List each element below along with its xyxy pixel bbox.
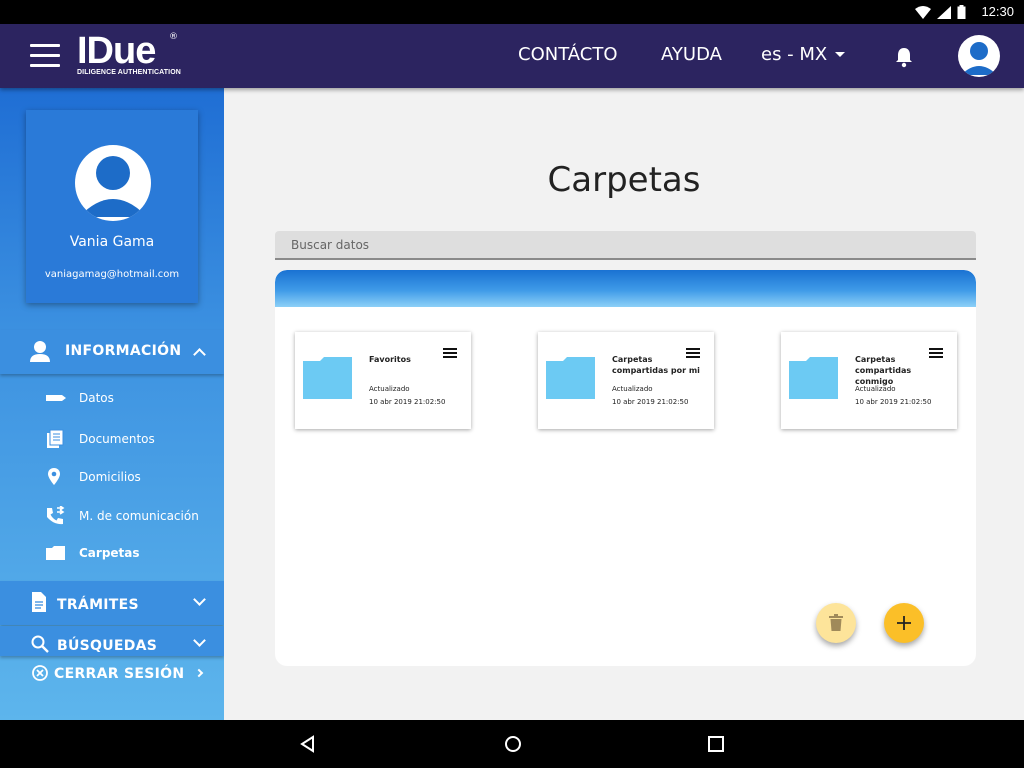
folder-icon xyxy=(546,357,595,399)
profile-card: Vania Gama vaniagamag@hotmail.com xyxy=(26,110,198,303)
sidebar-item-carpetas[interactable]: Carpetas xyxy=(0,538,224,570)
sidebar: Vania Gama vaniagamag@hotmail.com INFORM… xyxy=(0,88,224,720)
status-bar: 12:30 xyxy=(0,0,1024,24)
sidebar-item-datos[interactable]: Datos xyxy=(0,383,224,415)
map-pin-icon xyxy=(48,468,60,485)
label-tag-icon xyxy=(46,395,66,401)
folder-menu-icon[interactable] xyxy=(686,348,700,359)
search-input[interactable] xyxy=(275,231,976,258)
user-avatar-icon xyxy=(961,42,997,75)
sidebar-item-label: Domicilios xyxy=(79,470,141,484)
logout-button[interactable]: CERRAR SESIÓN xyxy=(0,658,224,690)
sidebar-item-label: Datos xyxy=(79,391,114,405)
clock: 12:30 xyxy=(981,4,1014,19)
logo-registered: ® xyxy=(169,32,178,42)
phone-forward-icon xyxy=(47,506,65,525)
plus-icon xyxy=(897,616,911,630)
document-icon xyxy=(32,592,46,612)
logo: IDue ® DILIGENCE AUTHENTICATION xyxy=(77,30,181,76)
language-label: es - MX xyxy=(761,44,828,65)
folder-icon xyxy=(789,357,838,399)
chevron-down-icon xyxy=(193,634,206,647)
profile-avatar xyxy=(75,145,151,221)
page-title: Carpetas xyxy=(547,160,701,200)
help-link[interactable]: AYUDA xyxy=(661,44,722,65)
home-icon[interactable] xyxy=(503,734,523,754)
folder-updated-label: Actualizado xyxy=(855,385,896,393)
section-informacion-label: INFORMACIÓN xyxy=(65,343,182,359)
logo-tagline: DILIGENCE AUTHENTICATION xyxy=(77,69,181,76)
folder-updated-label: Actualizado xyxy=(369,385,410,393)
system-nav-bar xyxy=(0,720,1024,768)
documents-icon xyxy=(47,429,64,448)
folder-updated-date: 10 abr 2019 21:02:50 xyxy=(855,398,932,406)
search-icon xyxy=(31,635,49,653)
close-circle-icon xyxy=(32,665,48,681)
folder-menu-icon[interactable] xyxy=(443,348,457,359)
chevron-up-icon xyxy=(193,348,206,361)
folder-card-compartidas-por-mi[interactable]: Carpetas compartidas por mi Actualizado … xyxy=(538,332,714,429)
folder-updated-date: 10 abr 2019 21:02:50 xyxy=(369,398,446,406)
logo-wordmark: IDue xyxy=(77,30,156,72)
chevron-down-icon xyxy=(193,593,206,606)
folders-panel: Favoritos Actualizado 10 abr 2019 21:02:… xyxy=(275,270,976,666)
person-icon xyxy=(30,341,50,362)
sidebar-item-domicilios[interactable]: Domicilios xyxy=(0,462,224,494)
panel-header xyxy=(275,270,976,307)
caret-down-icon xyxy=(835,52,846,57)
folder-icon xyxy=(46,546,65,560)
sidebar-item-documentos[interactable]: Documentos xyxy=(0,424,224,456)
contact-link[interactable]: CONTÁCTO xyxy=(518,44,618,65)
chevron-right-icon xyxy=(194,668,204,678)
status-icons xyxy=(915,5,966,19)
user-avatar-icon xyxy=(79,156,147,217)
app-header: IDue ® DILIGENCE AUTHENTICATION CONTÁCTO… xyxy=(0,24,1024,88)
sidebar-item-comunicacion[interactable]: M. de comunicación xyxy=(0,501,224,533)
section-busquedas-label: BÚSQUEDAS xyxy=(57,638,158,654)
recents-icon[interactable] xyxy=(706,734,726,754)
back-icon[interactable] xyxy=(299,734,319,754)
delete-button[interactable] xyxy=(816,603,856,643)
wifi-icon xyxy=(915,5,931,19)
battery-icon xyxy=(957,5,966,19)
user-avatar-button[interactable] xyxy=(958,35,1000,77)
profile-name: Vania Gama xyxy=(69,234,155,250)
folder-card-favoritos[interactable]: Favoritos Actualizado 10 abr 2019 21:02:… xyxy=(295,332,471,429)
language-select[interactable]: es - MX xyxy=(761,44,846,65)
section-tramites[interactable]: TRÁMITES xyxy=(0,581,224,625)
menu-icon[interactable] xyxy=(30,44,60,68)
folder-updated-label: Actualizado xyxy=(612,385,653,393)
profile-email: vaniagamag@hotmail.com xyxy=(44,269,180,280)
main-content: Carpetas Favoritos Actualizado 10 abr 20… xyxy=(224,88,1024,720)
sidebar-item-label: M. de comunicación xyxy=(79,509,199,523)
section-busquedas[interactable]: BÚSQUEDAS xyxy=(0,626,224,656)
folder-updated-date: 10 abr 2019 21:02:50 xyxy=(612,398,689,406)
bell-icon[interactable] xyxy=(894,46,914,68)
sidebar-item-label: Documentos xyxy=(79,432,155,446)
folder-icon xyxy=(303,357,352,399)
folder-card-compartidas-conmigo[interactable]: Carpetas compartidas conmigo Actualizado… xyxy=(781,332,957,429)
cell-signal-icon xyxy=(937,5,951,19)
search-field[interactable] xyxy=(275,231,976,260)
trash-icon xyxy=(829,614,843,631)
section-informacion[interactable]: INFORMACIÓN xyxy=(0,330,224,374)
sidebar-item-label: Carpetas xyxy=(79,546,140,560)
logout-label: CERRAR SESIÓN xyxy=(54,666,185,682)
add-folder-button[interactable] xyxy=(884,603,924,643)
folder-menu-icon[interactable] xyxy=(929,348,943,359)
section-tramites-label: TRÁMITES xyxy=(57,597,139,613)
